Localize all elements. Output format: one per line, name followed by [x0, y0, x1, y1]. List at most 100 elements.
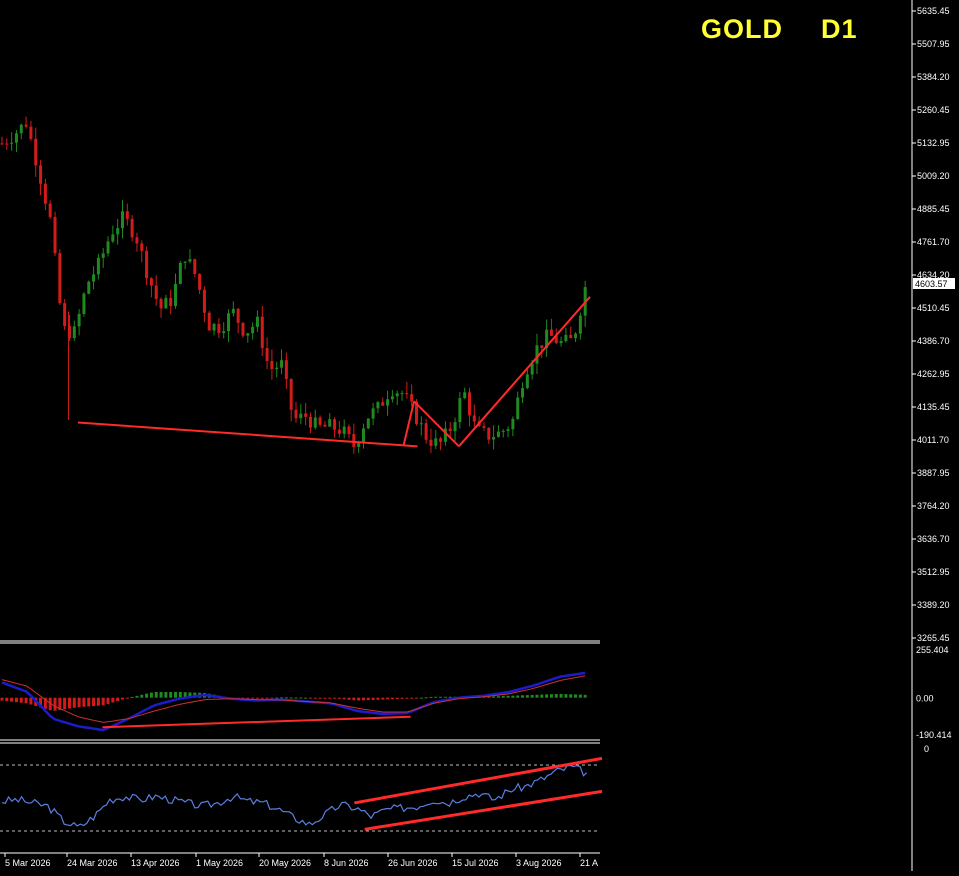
candle-body: [318, 417, 322, 425]
date-tick-label: 21 A: [580, 858, 598, 868]
macd-hist-bar: [366, 697, 370, 701]
candle-body: [178, 262, 182, 284]
candle-body: [400, 393, 404, 395]
price-trendline: [402, 401, 416, 446]
macd-hist-bar: [0, 697, 4, 701]
date-tick-label: 26 Jun 2026: [388, 858, 438, 868]
candle-body: [227, 313, 231, 332]
macd-hist-bar: [434, 696, 438, 698]
macd-hist-bar: [299, 697, 303, 699]
candle-body: [289, 379, 293, 410]
candle-body: [53, 216, 57, 254]
candle-body: [337, 429, 341, 434]
candle-body: [371, 408, 375, 419]
rsi-trendline: [364, 789, 603, 831]
macd-hist-bar: [376, 697, 380, 700]
candle-body: [251, 326, 255, 334]
macd-hist-bar: [496, 696, 500, 698]
candle-body: [395, 393, 399, 397]
candle-body: [439, 438, 443, 442]
macd-hist-bar: [246, 697, 250, 699]
candle-body: [135, 237, 139, 244]
candle-body: [511, 418, 515, 430]
macd-hist-bar: [67, 697, 71, 709]
candle-body: [506, 429, 510, 431]
price-tick-label: 3764.20: [917, 501, 950, 511]
macd-hist-bar: [424, 697, 428, 699]
candle-body: [569, 334, 573, 339]
candle-body: [516, 397, 520, 419]
candle-body: [10, 142, 14, 144]
candle-body: [472, 415, 476, 422]
candle-body: [390, 396, 394, 400]
candle-body: [19, 124, 23, 134]
candle-body: [304, 413, 308, 417]
candle-body: [270, 360, 274, 370]
macd-trendline: [102, 715, 411, 729]
chart-svg[interactable]: 5635.45 5507.95 5384.20 5260.45 5132.95 5009.…: [0, 0, 959, 871]
macd-hist-bar: [371, 697, 375, 700]
price-tick-label: 4885.45: [917, 204, 950, 214]
candle-body: [492, 436, 496, 440]
candle-body: [188, 259, 192, 262]
candle-body: [540, 345, 544, 349]
candle-body: [39, 165, 43, 184]
macd-hist-bar: [333, 697, 337, 699]
candle-body: [140, 243, 144, 251]
price-tick-label: 3887.95: [917, 468, 950, 478]
price-tick-label: 5384.20: [917, 72, 950, 82]
candle-body: [419, 423, 423, 425]
candle-body: [564, 334, 568, 342]
candle-body: [96, 257, 100, 275]
candle-body: [29, 126, 33, 139]
current-price-label: 4603.57: [915, 279, 948, 289]
macd-hist-bar: [545, 694, 549, 698]
candle-body: [193, 259, 197, 274]
candle-body: [5, 143, 9, 145]
macd-hist-bar: [174, 691, 178, 698]
candle-body: [58, 253, 62, 304]
macd-axis-label: -190.414: [916, 730, 952, 740]
macd-hist-bar: [400, 697, 404, 699]
candle-body: [313, 417, 317, 428]
macd-hist-bar: [130, 696, 134, 698]
candle-body: [549, 329, 553, 336]
candle-body: [0, 143, 4, 145]
candle-body: [116, 228, 120, 235]
candle-body: [299, 413, 303, 419]
candle-body: [198, 273, 202, 290]
macd-hist-bar: [159, 691, 163, 698]
candle-body: [72, 326, 76, 339]
candle-body: [535, 345, 539, 364]
macd-hist-bar: [535, 694, 539, 698]
macd-hist-bar: [511, 695, 515, 698]
candle-body: [106, 241, 110, 254]
candle-body: [501, 430, 505, 432]
candle-body: [468, 392, 472, 416]
candle-body: [183, 261, 187, 263]
candle-body: [366, 418, 370, 429]
candle-body: [43, 183, 47, 204]
price-tick-label: 5635.45: [917, 6, 950, 16]
candle-body: [48, 203, 52, 217]
macd-hist-bar: [313, 697, 317, 699]
macd-hist-bar: [169, 691, 173, 698]
candle-body: [87, 281, 91, 294]
chart-area[interactable]: 5635.45 5507.95 5384.20 5260.45 5132.95 5009.…: [0, 0, 959, 871]
candle-body: [333, 419, 337, 430]
macd-hist-bar: [140, 694, 144, 698]
candle-body: [24, 124, 28, 127]
macd-hist-bar: [63, 697, 67, 710]
candle-body: [376, 402, 380, 409]
candle-body: [458, 398, 462, 423]
candle-body: [352, 434, 356, 447]
macd-hist-bar: [506, 695, 510, 698]
macd-hist-bar: [14, 697, 18, 703]
date-tick-label: 8 Jun 2026: [324, 858, 369, 868]
candle-body: [361, 428, 365, 443]
date-tick-label: 5 Mar 2026: [5, 858, 51, 868]
macd-hist-bar: [395, 697, 399, 700]
candle-body: [241, 322, 245, 336]
date-tick-label: 1 May 2026: [196, 858, 243, 868]
candle-body: [255, 316, 259, 327]
